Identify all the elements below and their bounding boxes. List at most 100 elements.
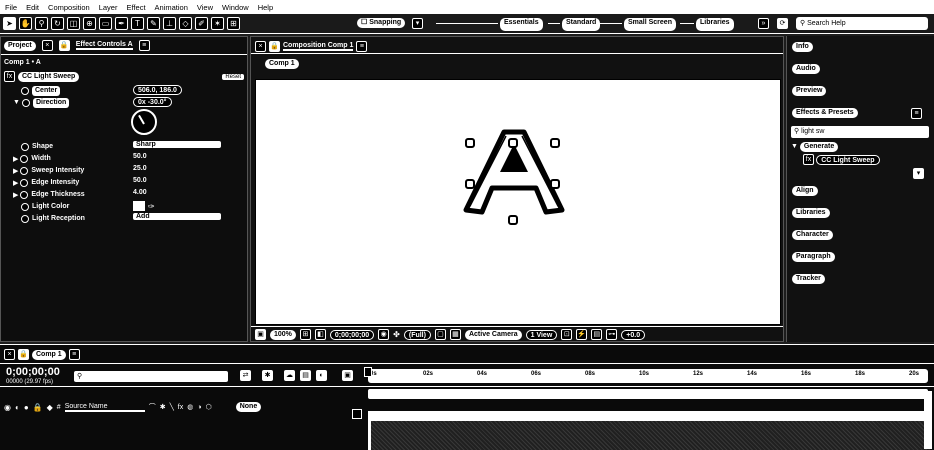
graph-editor-icon[interactable]: ▣ [342, 370, 353, 381]
panel-effects-presets[interactable]: Effects & Presets [792, 108, 858, 118]
scroll-handle-icon[interactable]: ▾ [913, 168, 924, 179]
workspace-libraries[interactable]: Libraries [696, 18, 734, 31]
stopwatch-icon[interactable] [21, 98, 30, 107]
zoom-tool-icon[interactable]: ⚲ [35, 17, 48, 30]
expand-arrow-icon[interactable]: ▶ [13, 179, 18, 187]
time-ruler[interactable]: 0s 02s 04s 06s 08s 10s 12s 14s 16s 18s 2… [368, 369, 928, 383]
lock-icon[interactable]: 🔒 [58, 40, 70, 51]
camera-dropdown[interactable]: Active Camera [464, 329, 522, 340]
panel-menu-icon[interactable]: ≡ [911, 108, 922, 119]
magnification-icon[interactable]: ▣ [255, 329, 266, 340]
expand-arrow-icon[interactable]: ▶ [13, 155, 18, 163]
menu-animation[interactable]: Animation [155, 3, 188, 12]
stopwatch-icon[interactable] [21, 214, 29, 223]
expand-arrow-icon[interactable]: ▶ [13, 167, 18, 175]
panel-audio[interactable]: Audio [792, 64, 820, 74]
close-icon[interactable]: × [255, 41, 266, 52]
tab-effect-controls[interactable]: Effect Controls A [75, 41, 133, 50]
exposure-value[interactable]: +0.0 [621, 329, 646, 340]
transform-handle[interactable] [465, 138, 475, 148]
panel-paragraph[interactable]: Paragraph [792, 252, 835, 262]
panel-menu-icon[interactable]: ≡ [138, 40, 150, 51]
track-area[interactable] [368, 411, 930, 450]
property-value[interactable]: 0x -30.0° [133, 97, 172, 107]
effect-fx-icon[interactable]: fx [4, 71, 15, 82]
menu-composition[interactable]: Composition [48, 3, 90, 12]
view-layout-dropdown[interactable]: 1 View [525, 329, 558, 340]
camera-tool-icon[interactable]: ◫ [67, 17, 80, 30]
stopwatch-icon[interactable] [20, 166, 29, 175]
adjustment-switch-icon[interactable]: ◑ [197, 404, 201, 411]
menu-view[interactable]: View [197, 3, 213, 12]
workspace-standard[interactable]: Standard [562, 18, 601, 31]
light-reception-dropdown[interactable]: Add [133, 213, 221, 220]
transform-handle[interactable] [465, 179, 475, 189]
panel-align[interactable]: Align [792, 186, 818, 196]
puppet-tool-icon[interactable]: ✶ [211, 17, 224, 30]
stamp-tool-icon[interactable]: ⊥ [163, 17, 176, 30]
motion-blur-icon[interactable]: ◐ [316, 370, 327, 381]
property-value[interactable]: 4.00 [133, 189, 147, 196]
mask-visibility-icon[interactable]: ◧ [314, 329, 326, 340]
direction-dial[interactable] [131, 109, 157, 135]
grid-icon[interactable]: ⊞ [299, 329, 311, 340]
search-help-input[interactable]: ⚲ Search Help [796, 17, 928, 30]
hand-tool-icon[interactable]: ✋ [19, 17, 32, 30]
property-value[interactable]: 50.0 [133, 177, 147, 184]
menu-help[interactable]: Help [258, 3, 273, 12]
composition-canvas[interactable] [255, 79, 781, 325]
region-of-interest-icon[interactable]: ▢ [434, 329, 446, 340]
property-value[interactable]: 506.0, 186.0 [133, 85, 182, 95]
brush-tool-icon[interactable]: ✎ [147, 17, 160, 30]
audio-switch-icon[interactable]: ◐ [15, 403, 20, 412]
pen-tool-icon[interactable]: ✒ [115, 17, 128, 30]
panel-libraries[interactable]: Libraries [792, 208, 830, 218]
fx-switch-icon[interactable]: fx [178, 404, 183, 411]
snapping-toggle[interactable]: ☐ Snapping [357, 18, 406, 28]
layer-name-header[interactable]: Source Name [64, 403, 145, 412]
panel-character[interactable]: Character [792, 230, 833, 240]
frame-blending-icon[interactable]: ▤ [300, 370, 311, 381]
current-time[interactable]: 0;00;00;00 [329, 329, 375, 340]
in-point-handle[interactable] [352, 409, 362, 419]
effects-search-input[interactable]: ⚲ light sw [791, 126, 929, 138]
timeline-scrollbar[interactable] [924, 391, 932, 449]
property-value[interactable]: 50.0 [133, 153, 147, 160]
transparency-grid-icon[interactable]: ▦ [449, 329, 461, 340]
panel-preview[interactable]: Preview [792, 86, 827, 96]
stopwatch-icon[interactable] [21, 202, 29, 211]
panel-menu-icon[interactable]: ≡ [356, 41, 368, 52]
zoom-dropdown[interactable]: 100% [270, 329, 296, 340]
tab-timeline-comp[interactable]: Comp 1 [32, 349, 66, 360]
timeline-search-input[interactable]: ⚲ [74, 371, 228, 382]
workspace-small-screen[interactable]: Small Screen [624, 18, 676, 31]
panel-tracker[interactable]: Tracker [792, 274, 825, 284]
rotate-tool-icon[interactable]: ↻ [51, 17, 64, 30]
eyedropper-icon[interactable]: ✑ [148, 202, 155, 211]
flowchart-icon[interactable]: ⊶ [606, 329, 618, 340]
menu-window[interactable]: Window [222, 3, 249, 12]
light-color-swatch[interactable] [133, 201, 145, 211]
transform-handle[interactable] [508, 138, 518, 148]
transform-handle[interactable] [508, 215, 518, 225]
panel-menu-icon[interactable]: ≡ [68, 349, 80, 360]
3d-switch-icon[interactable]: ⬡ [206, 403, 212, 411]
type-tool-icon[interactable]: T [131, 17, 144, 30]
workspace-overflow-icon[interactable]: » [758, 18, 769, 29]
stopwatch-icon[interactable] [21, 86, 29, 95]
draft-3d-icon[interactable]: ✱ [262, 370, 273, 381]
layer-duration-bar[interactable] [371, 411, 930, 421]
property-value[interactable]: 25.0 [133, 165, 147, 172]
tab-composition[interactable]: Composition Comp 1 [283, 42, 354, 51]
close-icon[interactable]: × [4, 349, 15, 360]
lock-switch-icon[interactable]: 🔒 [33, 403, 43, 412]
lock-icon[interactable]: 🔒 [269, 41, 280, 52]
menu-layer[interactable]: Layer [99, 3, 118, 12]
selection-tool-icon[interactable]: ➤ [3, 17, 16, 30]
timeline-timecode[interactable]: 0;00;00;00 [6, 366, 60, 378]
close-icon[interactable]: × [41, 40, 53, 51]
effects-category[interactable]: ▼ Generate [791, 142, 839, 152]
effect-name[interactable]: CC Light Sweep [18, 71, 80, 82]
align-tool-icon[interactable]: ⊞ [227, 17, 240, 30]
comp-subtab[interactable]: Comp 1 [265, 59, 299, 69]
